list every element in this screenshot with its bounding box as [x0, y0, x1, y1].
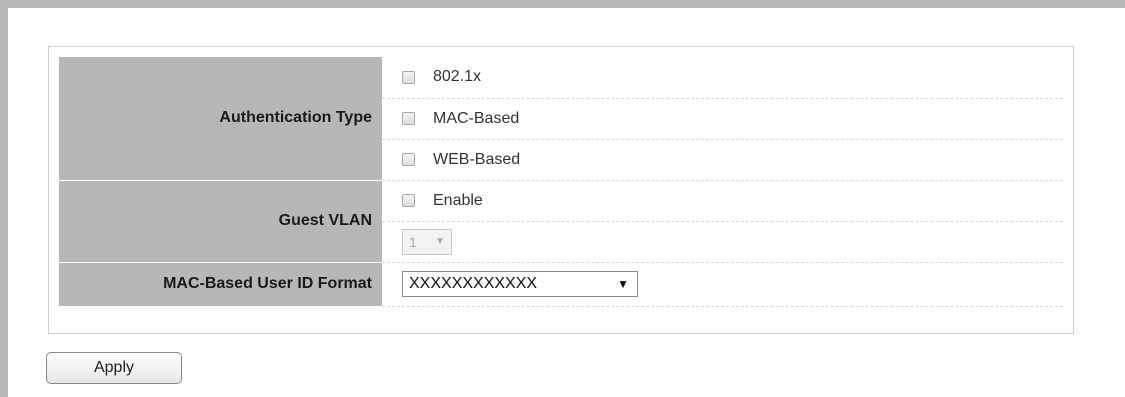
mac-user-id-select-cell: XXXXXXXXXXXX ▼ — [382, 262, 1063, 307]
window-top-border — [0, 0, 1125, 8]
guest-vlan-value: 1 — [409, 233, 417, 250]
enable-label: Enable — [433, 191, 483, 209]
table-row: Guest VLAN Enable — [59, 180, 1063, 263]
settings-table: Authentication Type 802.1x MAC-Based WEB… — [59, 57, 1063, 307]
checkbox-web-based[interactable] — [402, 153, 415, 166]
checkbox-8021x[interactable] — [402, 70, 415, 84]
option-label: WEB-Based — [433, 150, 521, 168]
checkbox-mac-based[interactable] — [402, 112, 415, 125]
checkbox-guest-vlan-enable[interactable] — [402, 194, 415, 207]
option-label: 802.1x — [433, 68, 482, 86]
mac-user-id-label: MAC-Based User ID Format — [59, 262, 382, 307]
auth-option-8021x[interactable]: 802.1x — [382, 57, 1063, 99]
table-row: Authentication Type 802.1x — [59, 57, 1063, 181]
chevron-down-icon: ▼ — [435, 236, 445, 247]
guest-vlan-label: Guest VLAN — [59, 180, 382, 263]
window-left-border — [0, 0, 8, 397]
mac-user-id-value: XXXXXXXXXXXX — [409, 275, 538, 292]
auth-type-label: Authentication Type — [59, 57, 382, 181]
option-label: MAC-Based — [433, 109, 520, 127]
auth-option-mac-based[interactable]: MAC-Based — [382, 98, 1063, 140]
guest-vlan-select: 1 ▼ — [402, 228, 452, 255]
settings-panel: Authentication Type 802.1x MAC-Based WEB… — [48, 46, 1074, 334]
guest-vlan-select-cell: 1 ▼ — [382, 221, 1063, 263]
mac-user-id-select[interactable]: XXXXXXXXXXXX ▼ — [402, 271, 638, 297]
apply-button[interactable]: Apply — [46, 352, 182, 384]
guest-vlan-enable[interactable]: Enable — [382, 180, 1063, 222]
auth-option-web-based[interactable]: WEB-Based — [382, 139, 1063, 181]
chevron-down-icon: ▼ — [617, 277, 629, 291]
table-row: MAC-Based User ID Format XXXXXXXXXXXX ▼ — [59, 262, 1063, 307]
